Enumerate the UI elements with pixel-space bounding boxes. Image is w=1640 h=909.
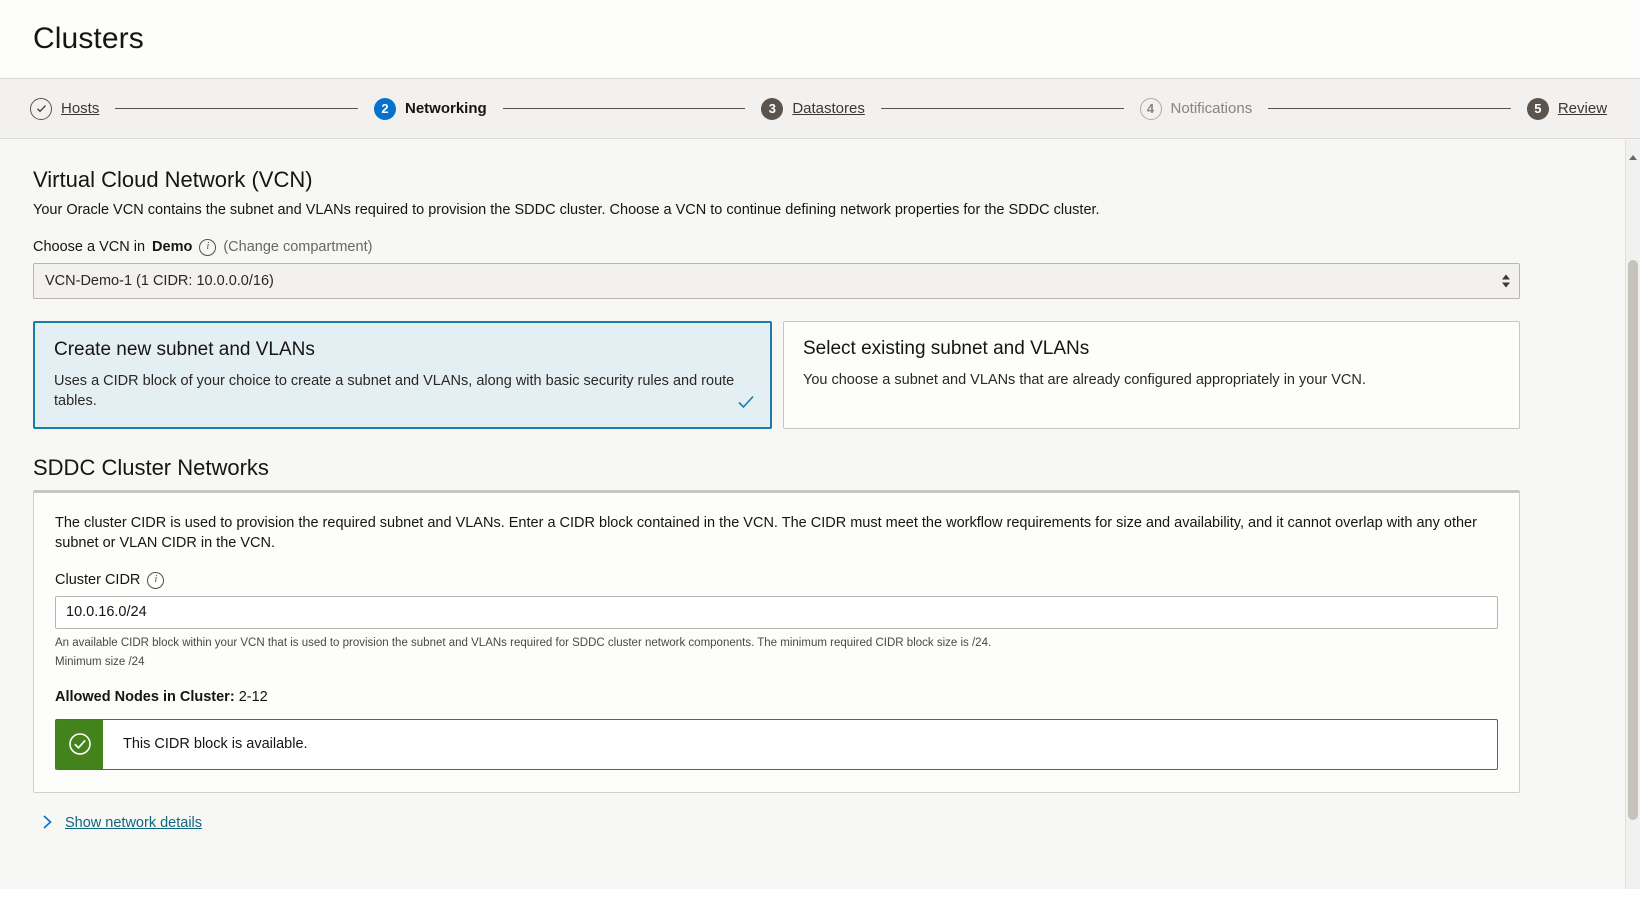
subnet-option-cards: Create new subnet and VLANs Uses a CIDR … [33, 320, 1520, 429]
page-header: Clusters [0, 0, 1640, 79]
cluster-cidr-label: Cluster CIDR [55, 572, 141, 589]
scrollbar-thumb[interactable] [1628, 260, 1638, 820]
card-select-existing-subnet-title: Select existing subnet and VLANs [803, 337, 1090, 359]
step-networking[interactable]: 2 Networking [373, 97, 487, 120]
step-notifications-label: Notifications [1170, 100, 1253, 117]
sddc-panel-description: The cluster CIDR is used to provision th… [55, 514, 1477, 551]
step-connector-2 [502, 108, 746, 109]
info-icon[interactable]: i [199, 238, 217, 256]
step-hosts-label[interactable]: Hosts [61, 100, 99, 117]
step-4-badge: 4 [1139, 97, 1162, 120]
vertical-scrollbar[interactable] [1625, 140, 1640, 909]
sddc-cluster-networks-panel: The cluster CIDR is used to provision th… [33, 489, 1520, 793]
card-create-new-subnet[interactable]: Create new subnet and VLANs Uses a CIDR … [33, 320, 772, 429]
cidr-availability-alert: This CIDR block is available. [55, 718, 1498, 770]
page-root: Clusters Hosts 2 Networking 3 Datastores… [0, 0, 1640, 909]
step-review[interactable]: 5 Review [1526, 97, 1607, 120]
cluster-cidr-input[interactable] [55, 595, 1498, 629]
wizard-stepper: Hosts 2 Networking 3 Datastores 4 Notifi… [0, 79, 1640, 139]
check-icon [736, 392, 756, 417]
show-network-details-toggle[interactable]: Show network details [33, 814, 1591, 833]
step-1-badge [30, 97, 52, 120]
step-3-badge: 3 [761, 97, 784, 120]
change-compartment-link[interactable]: (Change compartment) [223, 239, 372, 255]
step-notifications: 4 Notifications [1139, 97, 1253, 120]
vcn-select[interactable]: VCN-Demo-1 (1 CIDR: 10.0.0.0/16) [33, 262, 1520, 299]
step-review-label[interactable]: Review [1558, 100, 1607, 117]
card-select-existing-subnet[interactable]: Select existing subnet and VLANs You cho… [783, 320, 1520, 429]
choose-vcn-label-row: Choose a VCN in Demo i (Change compartme… [33, 238, 1591, 256]
step-connector-1 [115, 108, 358, 109]
content-scroll-area: Virtual Cloud Network (VCN) Your Oracle … [0, 139, 1640, 908]
page-title: Clusters [33, 22, 144, 55]
bottom-strip [0, 889, 1640, 909]
allowed-nodes-label: Allowed Nodes in Cluster: [55, 688, 235, 705]
allowed-nodes-row: Allowed Nodes in Cluster: 2-12 [55, 689, 1498, 705]
info-icon[interactable]: i [147, 571, 165, 589]
vcn-select-value: VCN-Demo-1 (1 CIDR: 10.0.0.0/16) [45, 272, 274, 289]
cluster-cidr-min-size-text: Minimum size /24 [55, 656, 145, 669]
step-datastores-label[interactable]: Datastores [792, 100, 865, 117]
cluster-cidr-help-text: An available CIDR block within your VCN … [55, 636, 992, 649]
step-networking-label: Networking [404, 100, 487, 117]
cluster-cidr-label-row: Cluster CIDR i [55, 571, 1498, 589]
card-create-new-subnet-desc: Uses a CIDR block of your choice to crea… [54, 372, 735, 409]
vcn-section-title: Virtual Cloud Network (VCN) [33, 167, 313, 192]
check-circle-icon [56, 719, 103, 769]
card-create-new-subnet-title: Create new subnet and VLANs [54, 338, 315, 360]
step-connector-3 [880, 108, 1124, 109]
choose-vcn-label: Choose a VCN in [33, 239, 146, 256]
content-body: Virtual Cloud Network (VCN) Your Oracle … [0, 139, 1624, 833]
card-select-existing-subnet-desc: You choose a subnet and VLANs that are a… [803, 371, 1366, 388]
cidr-availability-message: This CIDR block is available. [123, 736, 308, 753]
step-datastores[interactable]: 3 Datastores [761, 97, 865, 120]
show-network-details-label[interactable]: Show network details [65, 815, 202, 831]
allowed-nodes-value: 2-12 [238, 688, 268, 705]
chevron-updown-icon[interactable] [1502, 274, 1510, 288]
compartment-name: Demo [152, 239, 193, 256]
chevron-right-icon [42, 814, 53, 833]
step-connector-4 [1268, 108, 1511, 109]
sddc-panel-heading: SDDC Cluster Networks [33, 454, 269, 480]
step-5-badge: 5 [1526, 97, 1549, 120]
step-hosts[interactable]: Hosts [30, 97, 99, 120]
vcn-section-description: Your Oracle VCN contains the subnet and … [33, 202, 1100, 218]
step-2-badge: 2 [373, 97, 396, 120]
scroll-up-arrow-icon[interactable] [1626, 150, 1640, 165]
